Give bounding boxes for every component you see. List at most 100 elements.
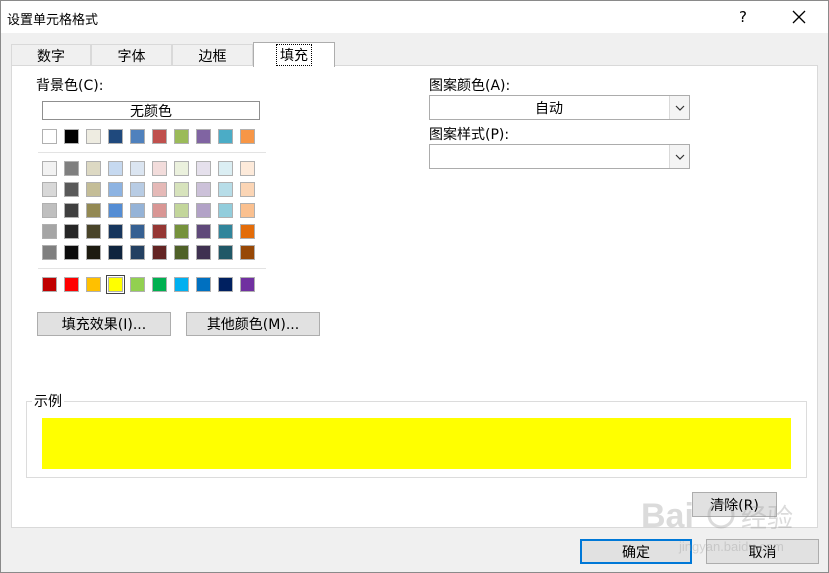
color-swatch-standard[interactable] xyxy=(130,277,145,292)
sample-preview xyxy=(42,418,791,469)
color-swatch-tint[interactable] xyxy=(130,203,145,218)
color-swatch-standard[interactable] xyxy=(86,277,101,292)
color-swatch-tint[interactable] xyxy=(108,203,123,218)
tab-border[interactable]: 边框 xyxy=(172,44,253,66)
fill-panel: 背景色(C): 无颜色 填充效果(I)... 其他颜色(M)... 图案颜色(A… xyxy=(11,65,818,528)
color-swatch-tint[interactable] xyxy=(64,182,79,197)
color-swatch-standard[interactable] xyxy=(196,277,211,292)
color-swatch-tint[interactable] xyxy=(218,245,233,260)
color-swatch-tint[interactable] xyxy=(196,182,211,197)
color-swatch-theme[interactable] xyxy=(64,129,79,144)
color-swatch-tint[interactable] xyxy=(174,245,189,260)
color-swatch-tint[interactable] xyxy=(240,161,255,176)
pattern-color-label: 图案颜色(A): xyxy=(429,78,511,94)
color-swatch-tint[interactable] xyxy=(218,161,233,176)
color-swatch-tint[interactable] xyxy=(130,182,145,197)
color-swatch-theme[interactable] xyxy=(42,129,57,144)
color-swatch-tint[interactable] xyxy=(64,245,79,260)
color-swatch-tint[interactable] xyxy=(174,182,189,197)
color-swatch-tint[interactable] xyxy=(174,224,189,239)
color-swatch-tint[interactable] xyxy=(218,182,233,197)
color-swatch-tint[interactable] xyxy=(108,224,123,239)
close-button[interactable] xyxy=(779,1,819,33)
color-swatch-tint[interactable] xyxy=(240,203,255,218)
pattern-color-dropdown[interactable]: 自动 xyxy=(429,95,690,120)
color-swatch-tint[interactable] xyxy=(108,182,123,197)
color-swatch-theme[interactable] xyxy=(152,129,167,144)
color-swatch-theme[interactable] xyxy=(218,129,233,144)
pattern-color-value: 自动 xyxy=(535,100,563,117)
window-title: 设置单元格格式 xyxy=(7,13,99,28)
color-swatch-tint[interactable] xyxy=(152,182,167,197)
color-swatch-tint[interactable] xyxy=(196,161,211,176)
no-color-button[interactable]: 无颜色 xyxy=(42,101,260,120)
clear-button[interactable]: 清除(R) xyxy=(692,492,777,517)
pattern-style-label: 图案样式(P): xyxy=(429,127,510,143)
sample-label: 示例 xyxy=(32,391,64,411)
color-swatch-tint[interactable] xyxy=(86,182,101,197)
color-swatch-tint[interactable] xyxy=(152,161,167,176)
color-swatch-tint[interactable] xyxy=(196,245,211,260)
color-swatch-tint[interactable] xyxy=(240,182,255,197)
more-colors-button[interactable]: 其他颜色(M)... xyxy=(186,312,320,336)
color-swatch-tint[interactable] xyxy=(86,161,101,176)
ok-button[interactable]: 确定 xyxy=(580,539,692,564)
cancel-button[interactable]: 取消 xyxy=(706,539,819,564)
tab-number[interactable]: 数字 xyxy=(11,44,91,66)
tab-border-label: 边框 xyxy=(198,48,227,65)
close-icon xyxy=(792,10,806,24)
color-swatch-tint[interactable] xyxy=(174,161,189,176)
color-swatch-tint[interactable] xyxy=(130,245,145,260)
color-swatch-tint[interactable] xyxy=(240,224,255,239)
color-swatch-theme[interactable] xyxy=(240,129,255,144)
color-swatch-tint[interactable] xyxy=(64,161,79,176)
color-swatch-tint[interactable] xyxy=(196,203,211,218)
color-swatch-tint[interactable] xyxy=(86,224,101,239)
color-swatch-theme[interactable] xyxy=(174,129,189,144)
color-swatch-tint[interactable] xyxy=(108,161,123,176)
color-swatch-theme[interactable] xyxy=(108,129,123,144)
color-swatch-tint[interactable] xyxy=(196,224,211,239)
color-swatch-theme[interactable] xyxy=(196,129,211,144)
format-cells-dialog: 设置单元格格式 ? 数字 字体 边框 填充 背景色(C): 无颜色 填充效果(I… xyxy=(0,0,829,573)
color-swatch-tint[interactable] xyxy=(130,161,145,176)
color-swatch-tint[interactable] xyxy=(152,203,167,218)
chevron-down-icon[interactable] xyxy=(669,145,689,168)
chevron-down-icon[interactable] xyxy=(669,96,689,119)
color-swatch-tint[interactable] xyxy=(218,224,233,239)
color-swatch-tint[interactable] xyxy=(86,203,101,218)
color-swatch-tint[interactable] xyxy=(152,245,167,260)
color-swatch-standard[interactable] xyxy=(42,277,57,292)
color-swatch-tint[interactable] xyxy=(108,245,123,260)
color-swatch-standard[interactable] xyxy=(152,277,167,292)
pattern-style-dropdown[interactable] xyxy=(429,144,690,169)
color-swatch-tint[interactable] xyxy=(42,224,57,239)
help-button[interactable]: ? xyxy=(723,1,763,33)
background-color-label: 背景色(C): xyxy=(36,78,104,94)
color-swatch-tint[interactable] xyxy=(42,161,57,176)
color-swatch-standard[interactable] xyxy=(174,277,189,292)
color-swatch-tint[interactable] xyxy=(42,245,57,260)
color-swatch-tint[interactable] xyxy=(174,203,189,218)
color-swatch-tint[interactable] xyxy=(240,245,255,260)
tab-fill[interactable]: 填充 xyxy=(253,42,335,67)
color-swatch-theme[interactable] xyxy=(86,129,101,144)
color-swatch-standard[interactable] xyxy=(64,277,79,292)
tab-number-label: 数字 xyxy=(37,48,65,65)
color-swatch-tint[interactable] xyxy=(64,224,79,239)
color-swatch-tint[interactable] xyxy=(86,245,101,260)
color-swatch-tint[interactable] xyxy=(218,203,233,218)
color-swatch-tint[interactable] xyxy=(130,224,145,239)
palette-separator xyxy=(38,268,266,269)
color-swatch-tint[interactable] xyxy=(152,224,167,239)
color-swatch-theme[interactable] xyxy=(130,129,145,144)
color-swatch-standard[interactable] xyxy=(240,277,255,292)
color-swatch-standard[interactable] xyxy=(218,277,233,292)
tab-font[interactable]: 字体 xyxy=(91,44,172,66)
color-swatch-tint[interactable] xyxy=(42,182,57,197)
color-swatch-standard[interactable] xyxy=(106,275,125,294)
color-swatch-tint[interactable] xyxy=(42,203,57,218)
color-swatch-tint[interactable] xyxy=(64,203,79,218)
palette-separator xyxy=(38,152,266,153)
fill-effects-button[interactable]: 填充效果(I)... xyxy=(37,312,171,336)
